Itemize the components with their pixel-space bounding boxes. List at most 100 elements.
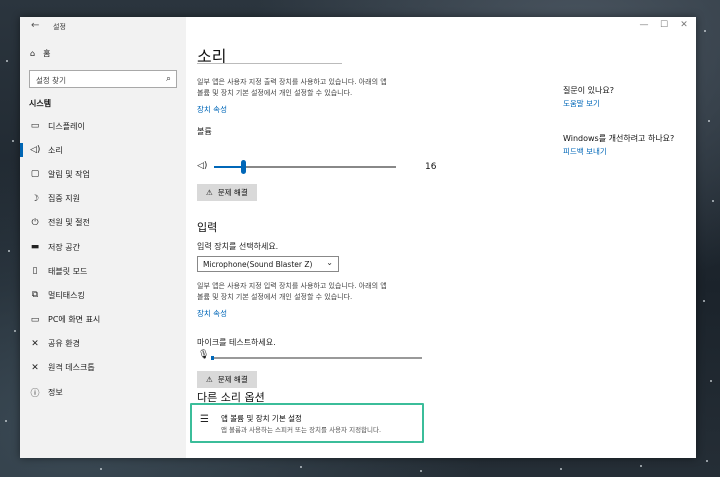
sidebar-item-focus-assist[interactable]: ☽ 집중 지원 [20,187,186,211]
output-device-properties-link[interactable]: 장치 속성 [197,104,227,115]
input-device-properties-link[interactable]: 장치 속성 [197,308,227,319]
snow-dot [640,465,642,467]
search-placeholder: 설정 찾기 [36,76,66,85]
sidebar-item-remote-desktop[interactable]: ✕ 원격 데스크톱 [20,356,186,380]
monitor-icon: ▭ [30,121,40,132]
sidebar-item-label: 정보 [48,387,63,397]
input-heading: 입력 [197,221,218,234]
speaker-icon: ◁) [30,145,41,156]
warning-icon: ⚠ [206,188,213,197]
sidebar-item-shared[interactable]: ✕ 공유 환경 [20,332,186,356]
input-description: 일부 앱은 사용자 지정 입력 장치를 사용하고 있습니다. 아래의 앱 [197,282,387,290]
back-arrow-icon[interactable]: ← [31,20,39,31]
sidebar-item-sound[interactable]: ◁) 소리 [20,138,186,162]
power-icon: ⏻ [31,217,39,228]
sidebar-item-tablet[interactable]: ▯ 태블릿 모드 [20,259,186,283]
sidebar-item-label: 멀티태스킹 [48,290,85,300]
snow-dot [8,250,10,252]
sidebar-item-label: 저장 공간 [48,242,80,252]
sidebar-item-label: 원격 데스크톱 [48,363,95,373]
storage-icon: ▬ [30,242,40,253]
app-title: 설정 [53,23,66,31]
microphone-icon: 🎙 [198,350,210,360]
troubleshoot-input-button[interactable]: ⚠ 문제 해결 [197,371,257,388]
volume-slider-fill [214,166,244,168]
search-icon: ⌕ [165,74,171,84]
output-description-2: 볼륨 및 장치 기본 설정에서 개인 설정할 수 있습니다. [197,89,353,97]
related-panel: 질문이 있나요? 도움말 보기 Windows를 개선하려고 하나요? 피드백 … [563,17,693,458]
speaker-icon: ◁) [197,161,208,171]
snow-dot [706,460,708,462]
snow-dot [5,420,7,422]
input-device-value: Microphone(Sound Blaster Z) [203,260,313,269]
settings-window: ← 설정 ⌂ 홈 설정 찾기 ⌕ 시스템 ▭ 디스플레이 ◁) 소리 ▢ 알림 … [20,17,696,458]
section-label: 시스템 [29,99,52,108]
snow-dot [712,200,714,202]
sidebar-item-multitasking[interactable]: ⧉ 멀티태스킹 [20,283,186,307]
volume-slider[interactable]: ◁) 16 [197,160,437,174]
app-volume-title: 앱 볼륨 및 장치 기본 설정 [221,414,302,423]
sidebar-item-power[interactable]: ⏻ 전원 및 절전 [20,211,186,235]
troubleshoot-output-button[interactable]: ⚠ 문제 해결 [197,184,257,201]
snow-dot [6,60,8,62]
home-icon: ⌂ [30,49,36,58]
input-description-2: 볼륨 및 장치 기본 설정에서 개인 설정할 수 있습니다. [197,293,353,301]
sidebar-item-label: 디스플레이 [48,121,85,131]
snow-dot [560,468,562,470]
sidebar-item-label: 공유 환경 [48,339,80,349]
home-label: 홈 [43,49,51,58]
mic-level-meter: 🎙 [197,350,437,364]
sidebar-item-notifications[interactable]: ▢ 알림 및 작업 [20,162,186,186]
snow-dot [704,30,706,32]
warning-icon: ⚠ [206,375,213,384]
app-volume-description: 앱 볼륨과 사용하는 스피커 또는 장치를 사용자 지정합니다. [221,426,382,434]
volume-slider-thumb[interactable] [241,160,247,174]
snow-dot [12,140,14,142]
snow-dot [14,330,16,332]
share-icon: ✕ [31,338,39,349]
feedback-link[interactable]: 피드백 보내기 [563,146,607,157]
help-link[interactable]: 도움말 보기 [563,98,600,109]
snow-dot [300,466,302,468]
sidebar-item-label: 집중 지원 [48,194,80,204]
snow-dot [710,380,712,382]
sidebar-item-label: PC에 화면 표시 [48,315,101,325]
remote-icon: ✕ [31,362,39,373]
sidebar-item-label: 소리 [48,145,63,155]
sidebar-item-about[interactable]: ⓘ 정보 [20,380,186,404]
sidebar: ← 설정 ⌂ 홈 설정 찾기 ⌕ 시스템 ▭ 디스플레이 ◁) 소리 ▢ 알림 … [20,17,186,458]
project-icon: ▭ [30,314,40,325]
tablet-icon: ▯ [32,266,38,277]
info-icon: ⓘ [30,388,40,399]
main-content: 소리 일부 앱은 사용자 지정 출력 장치를 사용하고 있습니다. 아래의 앱 … [190,17,457,458]
sidebar-item-label: 태블릿 모드 [48,266,88,276]
sidebar-item-label: 알림 및 작업 [48,169,90,179]
chevron-down-icon: ⌄ [326,258,333,267]
snow-dot [708,120,710,122]
mic-level-track [211,357,422,359]
sidebar-item-display[interactable]: ▭ 디스플레이 [20,114,186,138]
home-link[interactable]: ⌂ 홈 [30,48,50,59]
output-description: 일부 앱은 사용자 지정 출력 장치를 사용하고 있습니다. 아래의 앱 [197,78,387,86]
sidebar-item-storage[interactable]: ▬ 저장 공간 [20,235,186,259]
question-heading: 질문이 있나요? [563,86,614,95]
sidebar-item-projecting[interactable]: ▭ PC에 화면 표시 [20,308,186,332]
snow-dot [420,470,422,472]
troubleshoot-input-label: 문제 해결 [217,375,248,384]
output-select-edge [197,63,342,64]
sidebar-nav: ▭ 디스플레이 ◁) 소리 ▢ 알림 및 작업 ☽ 집중 지원 ⏻ 전원 및 절… [20,114,186,404]
app-volume-icon: ☰ [200,414,209,425]
improve-heading: Windows를 개선하려고 하나요? [563,134,675,143]
volume-value: 16 [425,162,437,172]
app-volume-settings-link[interactable]: ☰ 앱 볼륨 및 장치 기본 설정 앱 볼륨과 사용하는 스피커 또는 장치를 … [190,403,424,443]
volume-label: 볼륨 [197,127,212,136]
moon-icon: ☽ [30,193,40,204]
title-bar: ← 설정 [20,17,186,37]
snow-dot [100,468,102,470]
input-device-select[interactable]: Microphone(Sound Blaster Z) ⌄ [197,256,339,272]
mic-level-fill [211,356,214,360]
snow-dot [703,300,705,302]
multitask-icon: ⧉ [31,290,39,301]
search-input[interactable]: 설정 찾기 ⌕ [29,70,177,88]
sidebar-item-label: 전원 및 절전 [48,218,90,228]
